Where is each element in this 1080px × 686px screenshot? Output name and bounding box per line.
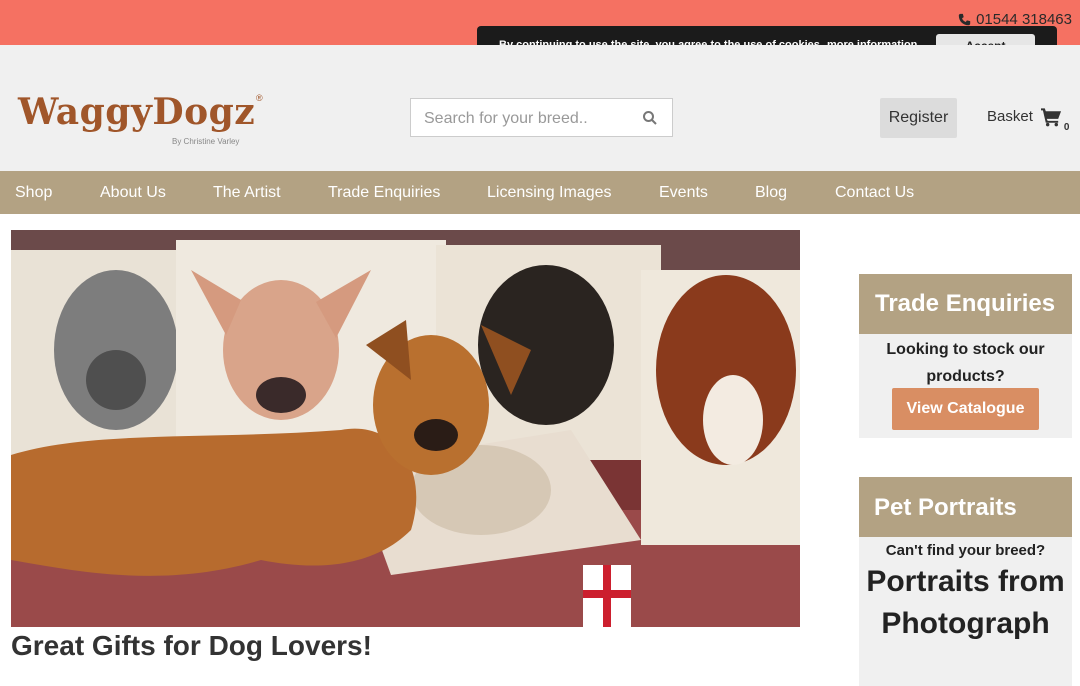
basket-label: Basket	[987, 108, 1033, 125]
logo-trademark: ®	[256, 93, 263, 103]
portraits-question: Can't find your breed?	[885, 542, 1046, 559]
cart-icon	[1040, 108, 1061, 127]
search-icon[interactable]	[642, 110, 658, 126]
search-input[interactable]	[411, 99, 646, 138]
basket-count: 0	[1063, 122, 1070, 133]
view-catalogue-button[interactable]: View Catalogue	[892, 388, 1039, 430]
trade-panel-title: Trade Enquiries	[859, 274, 1072, 334]
trade-enquiries-panel: Trade Enquiries Looking to stock our pro…	[859, 274, 1072, 438]
search-box	[410, 98, 673, 138]
hero-image[interactable]	[11, 230, 800, 627]
main-nav: Shop About Us The Artist Trade Enquiries…	[0, 171, 1080, 214]
site-logo[interactable]: WaggyDogz ® By Christine Varley	[18, 91, 263, 151]
dog-cushions-photo	[11, 230, 800, 627]
portraits-panel-title: Pet Portraits	[859, 477, 1072, 537]
site-header: WaggyDogz ® By Christine Varley Register…	[0, 45, 1080, 171]
page-title: Great Gifts for Dog Lovers!	[11, 630, 372, 661]
register-button[interactable]: Register	[880, 98, 957, 138]
nav-item-about-us[interactable]: About Us	[100, 184, 166, 202]
logo-text: WaggyDogz	[18, 91, 256, 133]
phone-icon	[958, 13, 971, 26]
nav-item-events[interactable]: Events	[659, 184, 708, 202]
nav-item-shop[interactable]: Shop	[15, 184, 52, 202]
nav-item-contact-us[interactable]: Contact Us	[835, 184, 914, 202]
trade-panel-text: Looking to stock our products?	[886, 341, 1045, 385]
logo-byline: By Christine Varley	[172, 137, 240, 146]
nav-item-blog[interactable]: Blog	[755, 184, 787, 202]
portraits-headline[interactable]: Portraits from Photograph	[859, 561, 1072, 645]
nav-item-licensing-images[interactable]: Licensing Images	[487, 184, 612, 202]
pet-portraits-panel: Pet Portraits Can't find your breed? Por…	[859, 477, 1072, 686]
basket-link[interactable]: Basket 0	[987, 108, 1069, 133]
nav-item-trade-enquiries[interactable]: Trade Enquiries	[328, 184, 440, 202]
nav-item-the-artist[interactable]: The Artist	[213, 184, 281, 202]
